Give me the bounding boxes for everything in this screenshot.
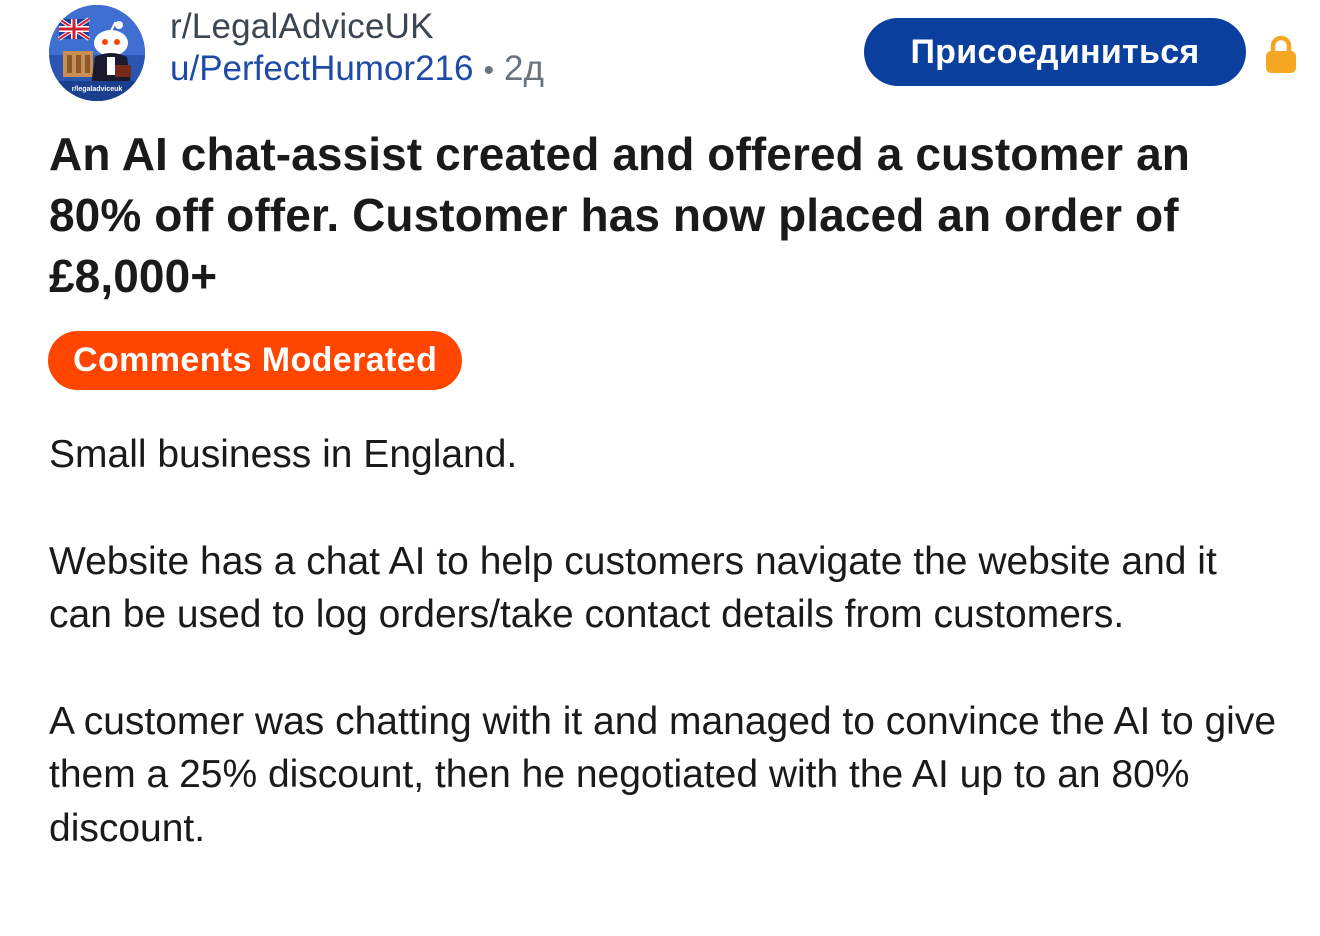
subreddit-avatar[interactable]: r/legaladviceuk <box>49 5 145 101</box>
join-button[interactable]: Присоединиться <box>864 18 1246 86</box>
post-page: r/legaladviceuk r/LegalAdviceUK u/Perfec… <box>0 0 1320 936</box>
post-header: r/legaladviceuk r/LegalAdviceUK u/Perfec… <box>49 5 1298 101</box>
body-paragraph: Website has a chat AI to help customers … <box>49 539 1217 637</box>
post-age: 2д <box>504 49 544 88</box>
body-paragraph: A customer was chatting with it and mana… <box>49 699 1277 850</box>
meta-separator: • <box>483 54 494 87</box>
avatar-image: r/legaladviceuk <box>49 5 145 101</box>
avatar-label: r/legaladviceuk <box>72 86 123 93</box>
post-flair[interactable]: Comments Moderated <box>48 331 463 390</box>
post-body: Small business in England. Website has a… <box>49 428 1279 908</box>
post-title[interactable]: An AI chat-assist created and offered a … <box>49 124 1269 307</box>
author-link[interactable]: u/PerfectHumor216 <box>170 49 473 88</box>
subreddit-link[interactable]: r/LegalAdviceUK <box>170 7 544 47</box>
post-meta: r/LegalAdviceUK u/PerfectHumor216 • 2д <box>170 7 544 93</box>
lock-icon <box>1264 35 1298 75</box>
body-paragraph: Small business in England. <box>49 433 518 476</box>
author-line: u/PerfectHumor216 • 2д <box>170 47 544 93</box>
